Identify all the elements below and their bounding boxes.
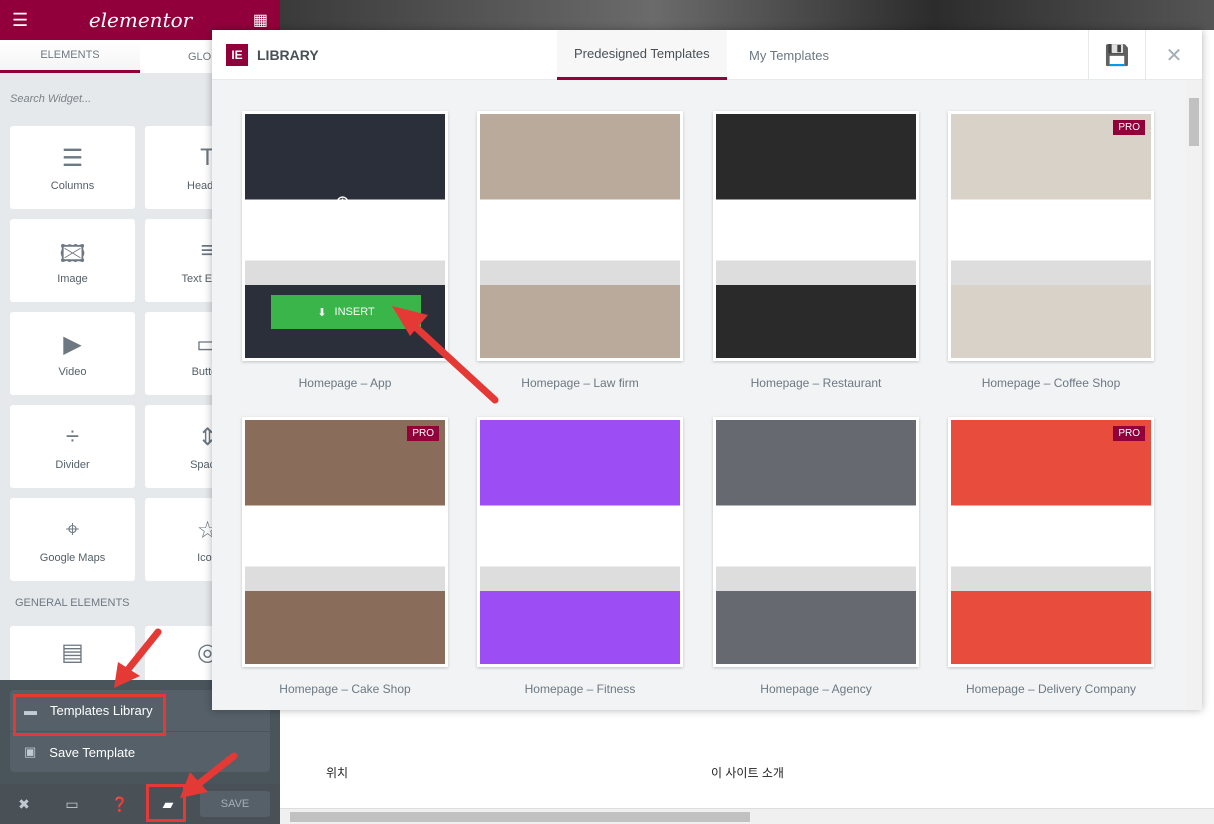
map-icon: ⌖ (65, 515, 80, 543)
template-name: Homepage – Cake Shop (279, 682, 411, 696)
elementor-logo: elementor (88, 8, 193, 32)
widget-image[interactable]: 🖾 Image (10, 219, 135, 302)
template-name: Homepage – Law firm (521, 376, 639, 390)
save-icon: ▣ (24, 744, 37, 759)
widget-label: Google Maps (39, 551, 106, 564)
widget-label: Divider (55, 458, 90, 471)
close-icon[interactable]: ✖ (0, 796, 48, 813)
widget-image-box[interactable]: ▤ (10, 626, 135, 686)
tab-predesigned-templates[interactable]: Predesigned Templates (557, 30, 727, 80)
modal-title: LIBRARY (257, 47, 319, 63)
template-card[interactable]: PRO (242, 417, 448, 667)
annotation-box (13, 694, 166, 736)
tab-my-templates[interactable]: My Templates (732, 30, 846, 80)
divider-icon: ÷ (65, 422, 80, 450)
template-card[interactable] (477, 417, 683, 667)
pro-badge: PRO (1113, 426, 1145, 441)
library-modal: IE LIBRARY Predesigned Templates My Temp… (212, 30, 1202, 710)
vertical-scrollbar[interactable] (1186, 80, 1202, 710)
template-name: Homepage – Restaurant (750, 376, 882, 390)
widget-columns[interactable]: ☰ Columns (10, 126, 135, 209)
background-image (280, 0, 1214, 30)
template-thumbnail: PRO (245, 420, 445, 664)
template-card[interactable] (713, 111, 919, 361)
template-thumbnail (716, 114, 916, 358)
annotation-box (146, 784, 186, 822)
template-card[interactable] (713, 417, 919, 667)
template-thumbnail (480, 114, 680, 358)
horizontal-scrollbar[interactable] (280, 808, 1214, 824)
template-card[interactable]: PRO (948, 417, 1154, 667)
close-icon[interactable]: ✕ (1145, 30, 1202, 80)
panel-footer: ✖ ▭ ❓ ▰ SAVE (0, 784, 280, 824)
hamburger-menu-icon[interactable]: ☰ (12, 10, 28, 31)
columns-icon: ☰ (61, 144, 84, 172)
page-heading-location: 위치 (326, 766, 349, 780)
template-name: Homepage – App (298, 376, 392, 390)
menu-item-save-template[interactable]: ▣ Save Template (10, 731, 270, 772)
widget-label: Video (58, 365, 87, 378)
template-name: Homepage – Delivery Company (965, 682, 1137, 696)
widget-label: Image (57, 272, 88, 285)
section-title: GENERAL ELEMENTS (15, 597, 130, 609)
template-thumbnail: PRO (951, 420, 1151, 664)
widget-label: Columns (50, 179, 95, 192)
template-name: Homepage – Agency (760, 682, 872, 696)
responsive-desktop-icon[interactable]: ▭ (48, 796, 96, 813)
template-name: Homepage – Coffee Shop (981, 376, 1121, 390)
widget-google-maps[interactable]: ⌖ Google Maps (10, 498, 135, 581)
save-button[interactable]: SAVE (200, 791, 270, 817)
template-name: Homepage – Fitness (524, 682, 636, 696)
widget-video[interactable]: ▶ Video (10, 312, 135, 395)
apps-grid-icon[interactable]: ▦ (253, 10, 268, 30)
pro-badge: PRO (1113, 120, 1145, 135)
insert-button[interactable]: ⬇ INSERT (271, 295, 421, 329)
image-icon: 🖾 (59, 240, 86, 268)
template-thumbnail: PRO (951, 114, 1151, 358)
template-card[interactable]: ⊕ ⬇ INSERT (242, 111, 448, 361)
template-thumbnail: ⊕ ⬇ INSERT (245, 114, 445, 358)
widget-divider[interactable]: ÷ Divider (10, 405, 135, 488)
save-icon[interactable]: 💾 (1088, 30, 1145, 80)
elementor-icon: IE (226, 44, 248, 66)
zoom-icon[interactable]: ⊕ (335, 192, 350, 213)
template-thumbnail (716, 420, 916, 664)
page-heading-about: 이 사이트 소개 (711, 766, 784, 780)
template-card[interactable] (477, 111, 683, 361)
help-icon[interactable]: ❓ (96, 796, 144, 813)
template-thumbnail (480, 420, 680, 664)
tab-elements[interactable]: ELEMENTS (0, 40, 140, 73)
video-icon: ▶ (63, 330, 82, 358)
template-card[interactable]: PRO (948, 111, 1154, 361)
download-icon: ⬇ (317, 306, 327, 319)
pro-badge: PRO (407, 426, 439, 441)
